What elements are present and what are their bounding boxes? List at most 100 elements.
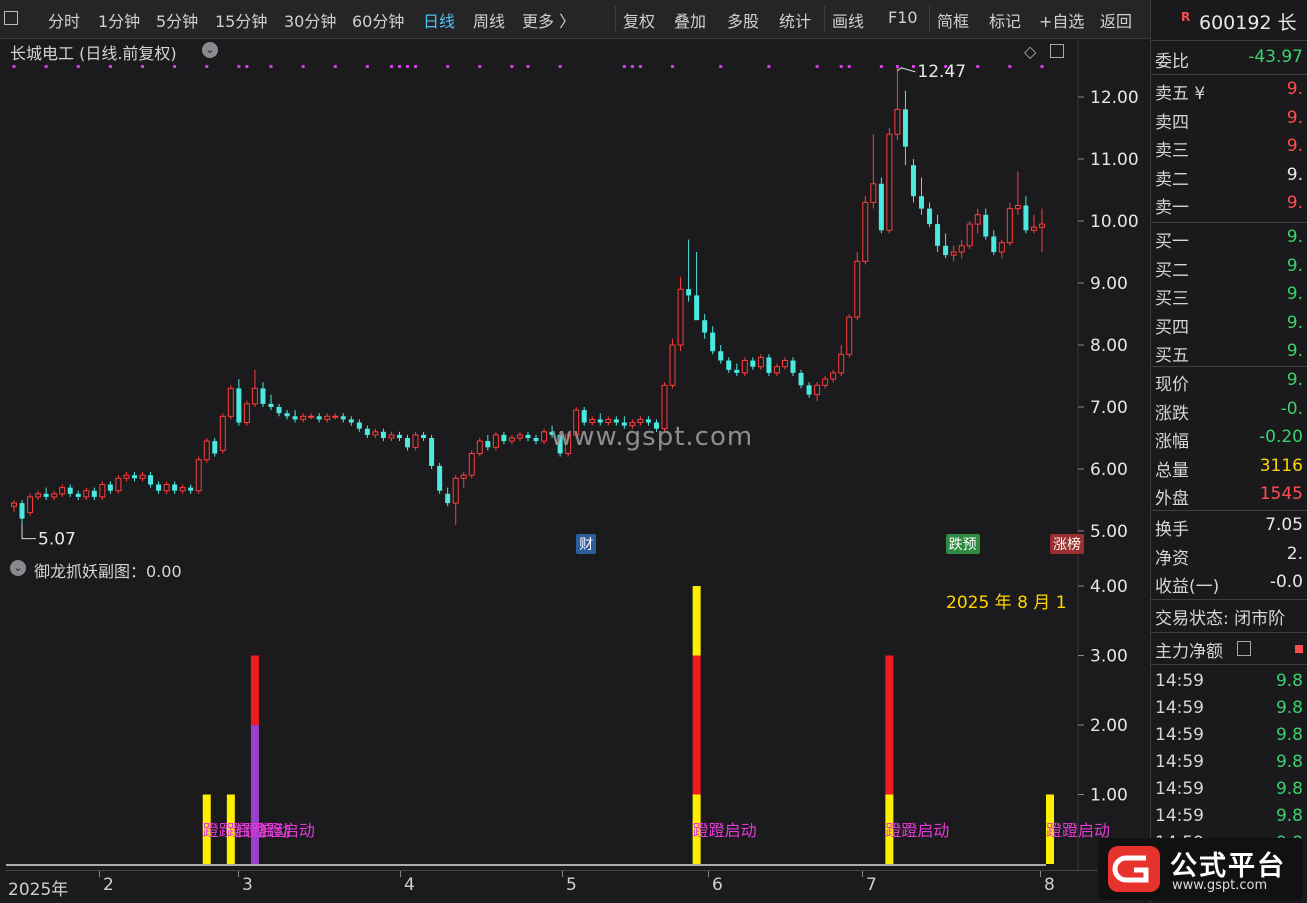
candle[interactable]	[541, 428, 548, 445]
candle[interactable]	[910, 159, 916, 203]
candle[interactable]	[429, 434, 435, 469]
candle[interactable]	[115, 475, 122, 494]
layout-icon[interactable]	[4, 11, 18, 25]
candle[interactable]	[75, 490, 81, 500]
candle[interactable]	[846, 314, 853, 358]
candle[interactable]	[452, 475, 459, 525]
toolbar-btn-10[interactable]: 叠加	[674, 8, 706, 32]
toolbar-btn-2[interactable]: 5分钟	[156, 8, 198, 32]
candle[interactable]	[710, 326, 716, 355]
bid-row[interactable]: 买五 9.	[1155, 339, 1305, 367]
candle[interactable]	[476, 438, 483, 457]
candle[interactable]	[405, 434, 411, 451]
candle[interactable]	[966, 221, 973, 249]
indicator-subchart[interactable]: 蹬蹬启动蹬蹬启动蹬蹬启动蹬蹬启动蹬蹬启动蹬蹬启动4.003.002.001.00…	[6, 556, 1148, 870]
toolbar-btn-14[interactable]: F10	[888, 8, 918, 27]
candle[interactable]	[91, 487, 97, 500]
candle[interactable]	[348, 416, 354, 426]
candle[interactable]	[227, 385, 234, 420]
candle[interactable]	[1023, 196, 1029, 234]
candle[interactable]	[284, 410, 290, 420]
candle[interactable]	[1014, 171, 1021, 215]
candle[interactable]	[372, 428, 379, 438]
candle[interactable]	[59, 484, 66, 497]
candle[interactable]	[501, 431, 507, 445]
candle[interactable]	[148, 472, 154, 488]
candle[interactable]	[292, 410, 298, 423]
candle[interactable]	[243, 400, 250, 426]
candle[interactable]	[822, 376, 829, 389]
candle[interactable]	[43, 487, 49, 500]
candle[interactable]	[741, 357, 748, 376]
candle[interactable]	[991, 230, 997, 256]
candle[interactable]	[67, 484, 73, 497]
candle[interactable]	[814, 382, 821, 401]
chevron-down-icon[interactable]: ⌄	[202, 42, 218, 58]
toolbar-btn-16[interactable]: 标记	[989, 8, 1021, 32]
candle[interactable]	[838, 345, 845, 376]
candle[interactable]	[172, 481, 178, 494]
candle[interactable]	[726, 357, 732, 373]
list-icon[interactable]	[1237, 641, 1251, 656]
candle[interactable]	[702, 314, 708, 339]
bid-row[interactable]: 买一 9.	[1155, 225, 1305, 253]
candle[interactable]	[677, 276, 684, 352]
candle[interactable]	[1006, 202, 1013, 246]
candle[interactable]	[935, 214, 941, 252]
candle[interactable]	[388, 431, 395, 442]
candle[interactable]	[316, 413, 322, 423]
candle[interactable]	[790, 357, 796, 376]
candle[interactable]	[870, 134, 877, 209]
toolbar-btn-7[interactable]: 周线	[473, 8, 505, 32]
panel-toggle-icon[interactable]	[1050, 44, 1064, 58]
candle[interactable]	[179, 484, 186, 494]
toolbar-btn-9[interactable]: 复权	[623, 8, 655, 32]
tag-diyu[interactable]: 跌预	[945, 534, 980, 554]
candle[interactable]	[107, 481, 113, 494]
toolbar-btn-17[interactable]: +自选	[1039, 8, 1084, 32]
toolbar-btn-3[interactable]: 15分钟	[215, 8, 267, 32]
candle[interactable]	[219, 413, 226, 454]
candle[interactable]	[806, 382, 812, 398]
candle[interactable]	[886, 128, 893, 234]
candle[interactable]	[757, 354, 764, 370]
candle[interactable]	[437, 462, 443, 494]
candle[interactable]	[983, 208, 989, 240]
candlestick-svg[interactable]: 12.47 5.07 12.00 11.00 10.00 9.00 8.00 7.00 6.00…	[6, 38, 1148, 554]
candle[interactable]	[854, 252, 861, 321]
candle[interactable]	[781, 357, 788, 370]
toolbar-btn-0[interactable]: 分时	[48, 8, 80, 32]
candle[interactable]	[195, 456, 202, 494]
toolbar-btn-12[interactable]: 统计	[779, 8, 811, 32]
ask-row[interactable]: 卖五 ¥ 9.	[1155, 77, 1305, 105]
stock-code[interactable]: 600192 长	[1199, 8, 1297, 35]
candle[interactable]	[412, 431, 419, 451]
candle[interactable]	[236, 379, 242, 426]
candle[interactable]	[251, 369, 258, 407]
candle[interactable]	[974, 208, 981, 234]
toolbar-btn-6[interactable]: 日线	[423, 8, 455, 32]
candle[interactable]	[276, 403, 282, 417]
tag-cai[interactable]: 财	[576, 534, 597, 554]
candle[interactable]	[11, 500, 17, 513]
candle[interactable]	[131, 472, 137, 482]
toolbar-btn-18[interactable]: 返回	[1100, 8, 1132, 32]
candle[interactable]	[340, 413, 346, 423]
candle[interactable]	[773, 363, 780, 376]
candle[interactable]	[51, 490, 58, 500]
candle[interactable]	[396, 431, 402, 442]
candle[interactable]	[734, 363, 740, 376]
candlestick-chart[interactable]: 12.47 5.07 12.00 11.00 10.00 9.00 8.00 7.00 6.00…	[6, 38, 1148, 554]
candle[interactable]	[83, 487, 90, 500]
toolbar-btn-15[interactable]: 简框	[937, 8, 969, 32]
ask-row[interactable]: 卖四 9.	[1155, 106, 1305, 134]
candle[interactable]	[894, 67, 901, 141]
candle[interactable]	[694, 252, 700, 321]
candle[interactable]	[445, 487, 451, 507]
candle[interactable]	[686, 239, 692, 302]
candle[interactable]	[943, 233, 949, 259]
toolbar-btn-4[interactable]: 30分钟	[284, 8, 336, 32]
candle[interactable]	[123, 472, 130, 482]
candle[interactable]	[533, 434, 539, 445]
candle[interactable]	[902, 90, 908, 166]
